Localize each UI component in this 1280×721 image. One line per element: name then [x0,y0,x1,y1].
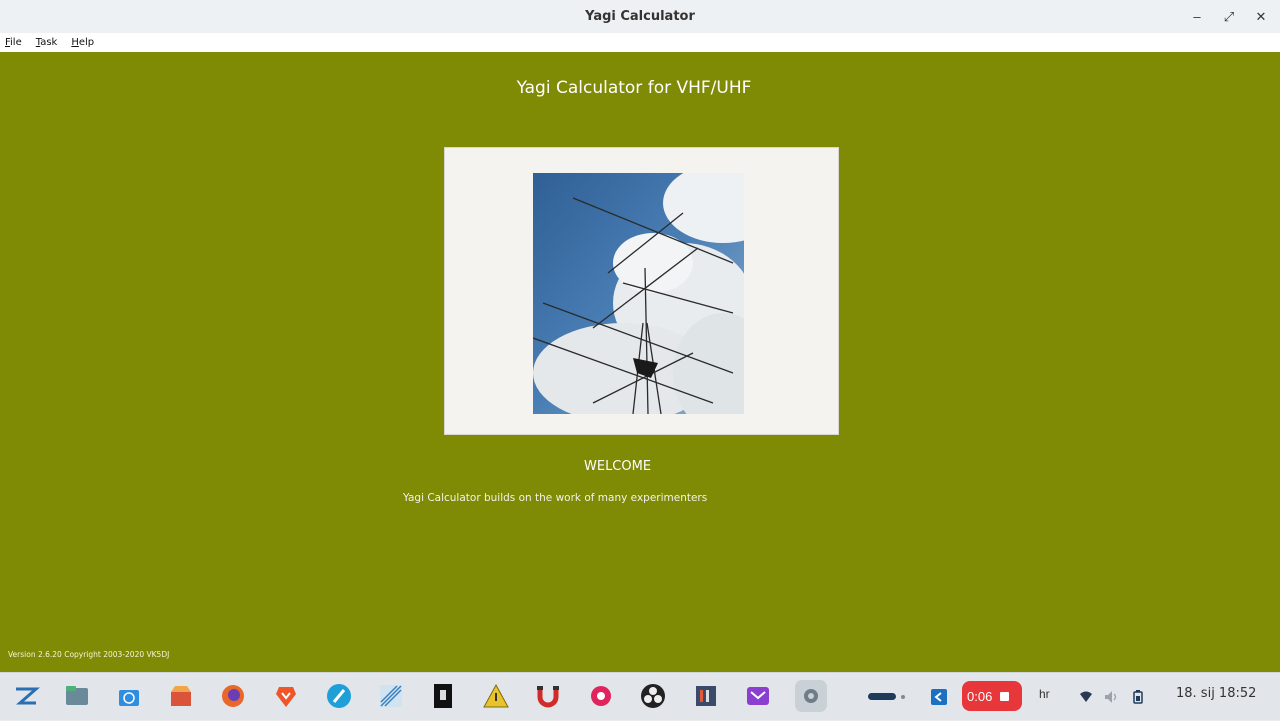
battery-indicator-icon[interactable] [868,673,908,721]
image-panel [444,147,839,435]
title-bar[interactable]: Yagi Calculator – ⤢ ✕ [0,0,1280,33]
volume-icon[interactable] [1104,673,1120,721]
window-controls: – ⤢ ✕ [1186,0,1272,33]
screen-recording-indicator[interactable]: 0:06 [962,681,1022,711]
keyboard-layout[interactable]: hr [1039,687,1050,701]
app-window: Yagi Calculator – ⤢ ✕ File Task Help Yag… [0,0,1280,672]
maximize-button[interactable]: ⤢ [1218,6,1240,28]
brave-icon[interactable] [270,680,302,712]
software-store-icon[interactable] [113,680,145,712]
main-content: Yagi Calculator for VHF/UHF WELCOME Yagi… [0,52,1280,672]
taskbar: 0:06 hr 18. sij 18:52 [0,672,1280,720]
warning-app-icon[interactable] [480,680,512,712]
antenna-photo [533,173,744,414]
menu-bar: File Task Help [0,33,1280,52]
close-button[interactable]: ✕ [1250,6,1272,28]
settings-app-icon[interactable] [690,680,722,712]
page-title: Yagi Calculator for VHF/UHF [516,78,752,98]
magnet-icon[interactable] [532,680,564,712]
app-store-icon[interactable] [165,680,197,712]
drawing-tool-icon[interactable] [375,680,407,712]
firefox-icon[interactable] [217,680,249,712]
intro-text: Yagi Calculator builds on the work of ma… [403,492,708,504]
clock[interactable]: 18. sij 18:52 [1176,686,1256,701]
menu-task[interactable]: Task [36,37,58,48]
obs-icon[interactable] [637,680,669,712]
terminal-app-icon[interactable] [427,680,459,712]
stop-icon[interactable] [1000,691,1010,701]
welcome-label: WELCOME [584,459,652,474]
kde-connect-icon[interactable] [930,673,948,721]
files-icon[interactable] [61,680,93,712]
wifi-icon[interactable] [1079,673,1093,721]
window-title: Yagi Calculator [585,9,695,24]
minimize-button[interactable]: – [1186,6,1208,28]
browser-icon[interactable] [323,680,355,712]
menu-help[interactable]: Help [71,37,94,48]
zorin-menu-icon[interactable] [10,680,42,712]
record-time: 0:06 [967,688,993,704]
version-label: Version 2.6.20 Copyright 2003-2020 VK5DJ [8,650,170,659]
record-app-icon[interactable] [585,680,617,712]
running-app-icon[interactable] [795,680,827,712]
menu-file[interactable]: File [5,37,22,48]
mail-icon[interactable] [742,680,774,712]
battery-icon[interactable] [1132,673,1144,721]
